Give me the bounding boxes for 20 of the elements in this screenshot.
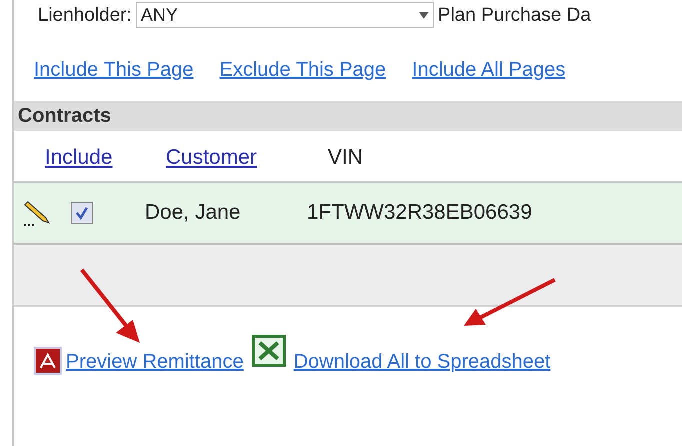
table-cell-text: 1FTWW32R38EB06639 [307, 200, 532, 226]
table-cell-text: Doe, Jane [145, 200, 242, 226]
page-action-link[interactable]: Include This Page [34, 55, 194, 85]
field-label: Lienholder: [38, 6, 132, 24]
spreadsheet-icon [252, 335, 286, 367]
pencil-edit-icon[interactable] [22, 199, 52, 227]
dropdown-caret-icon [419, 12, 430, 18]
column-header: VIN [328, 146, 364, 168]
page-action-link[interactable]: Exclude This Page [220, 55, 386, 85]
page-action-link[interactable]: Include All Pages [412, 55, 566, 85]
lienholder-select[interactable]: ANY [136, 2, 434, 28]
pdf-icon [34, 347, 62, 375]
field-label: Plan Purchase Da [438, 6, 592, 24]
include-checkbox[interactable] [71, 202, 93, 224]
column-header-link[interactable]: Customer [166, 146, 258, 168]
checkmark-icon [75, 206, 89, 220]
section-header: Contracts [14, 101, 682, 131]
action-link[interactable]: Preview Remittance [66, 347, 244, 377]
action-link[interactable]: Download All to Spreadsheet [294, 347, 551, 377]
column-header-link[interactable]: Include [45, 146, 113, 168]
